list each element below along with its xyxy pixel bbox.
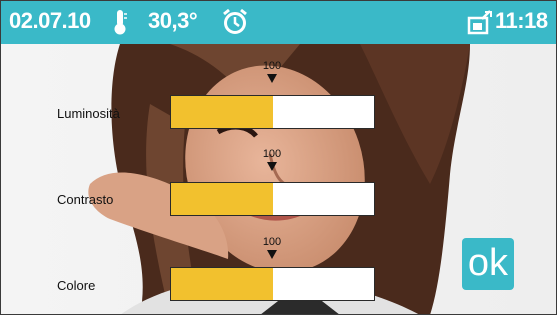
brightness-value: 100 — [262, 60, 282, 72]
contrast-slider-fill — [171, 183, 273, 215]
brightness-label: Luminosità — [57, 106, 120, 121]
contrast-label: Contrasto — [57, 192, 114, 207]
brightness-slider[interactable] — [170, 95, 375, 129]
color-value: 100 — [262, 236, 282, 248]
message-icon — [467, 10, 492, 35]
temperature-text: 30,3° — [148, 8, 198, 33]
thermometer-icon — [114, 10, 127, 35]
ok-button[interactable]: ok — [462, 238, 514, 290]
status-bar: 02.07.10 30,3° 11:18 — [0, 0, 557, 44]
time-text: 11:18 — [495, 8, 548, 33]
contrast-value: 100 — [262, 148, 282, 160]
contrast-marker-icon — [267, 162, 277, 171]
color-slider-fill — [171, 268, 273, 300]
brightness-marker-icon — [267, 74, 277, 83]
color-marker-icon — [267, 250, 277, 259]
color-label: Colore — [57, 278, 96, 293]
date-text: 02.07.10 — [9, 8, 91, 33]
color-slider[interactable] — [170, 267, 375, 301]
contrast-slider[interactable] — [170, 182, 375, 216]
alarm-clock-icon — [223, 8, 247, 34]
brightness-slider-fill — [171, 96, 273, 128]
screen: 02.07.10 30,3° 11:18 Luminosità 100 Cont… — [0, 0, 557, 315]
